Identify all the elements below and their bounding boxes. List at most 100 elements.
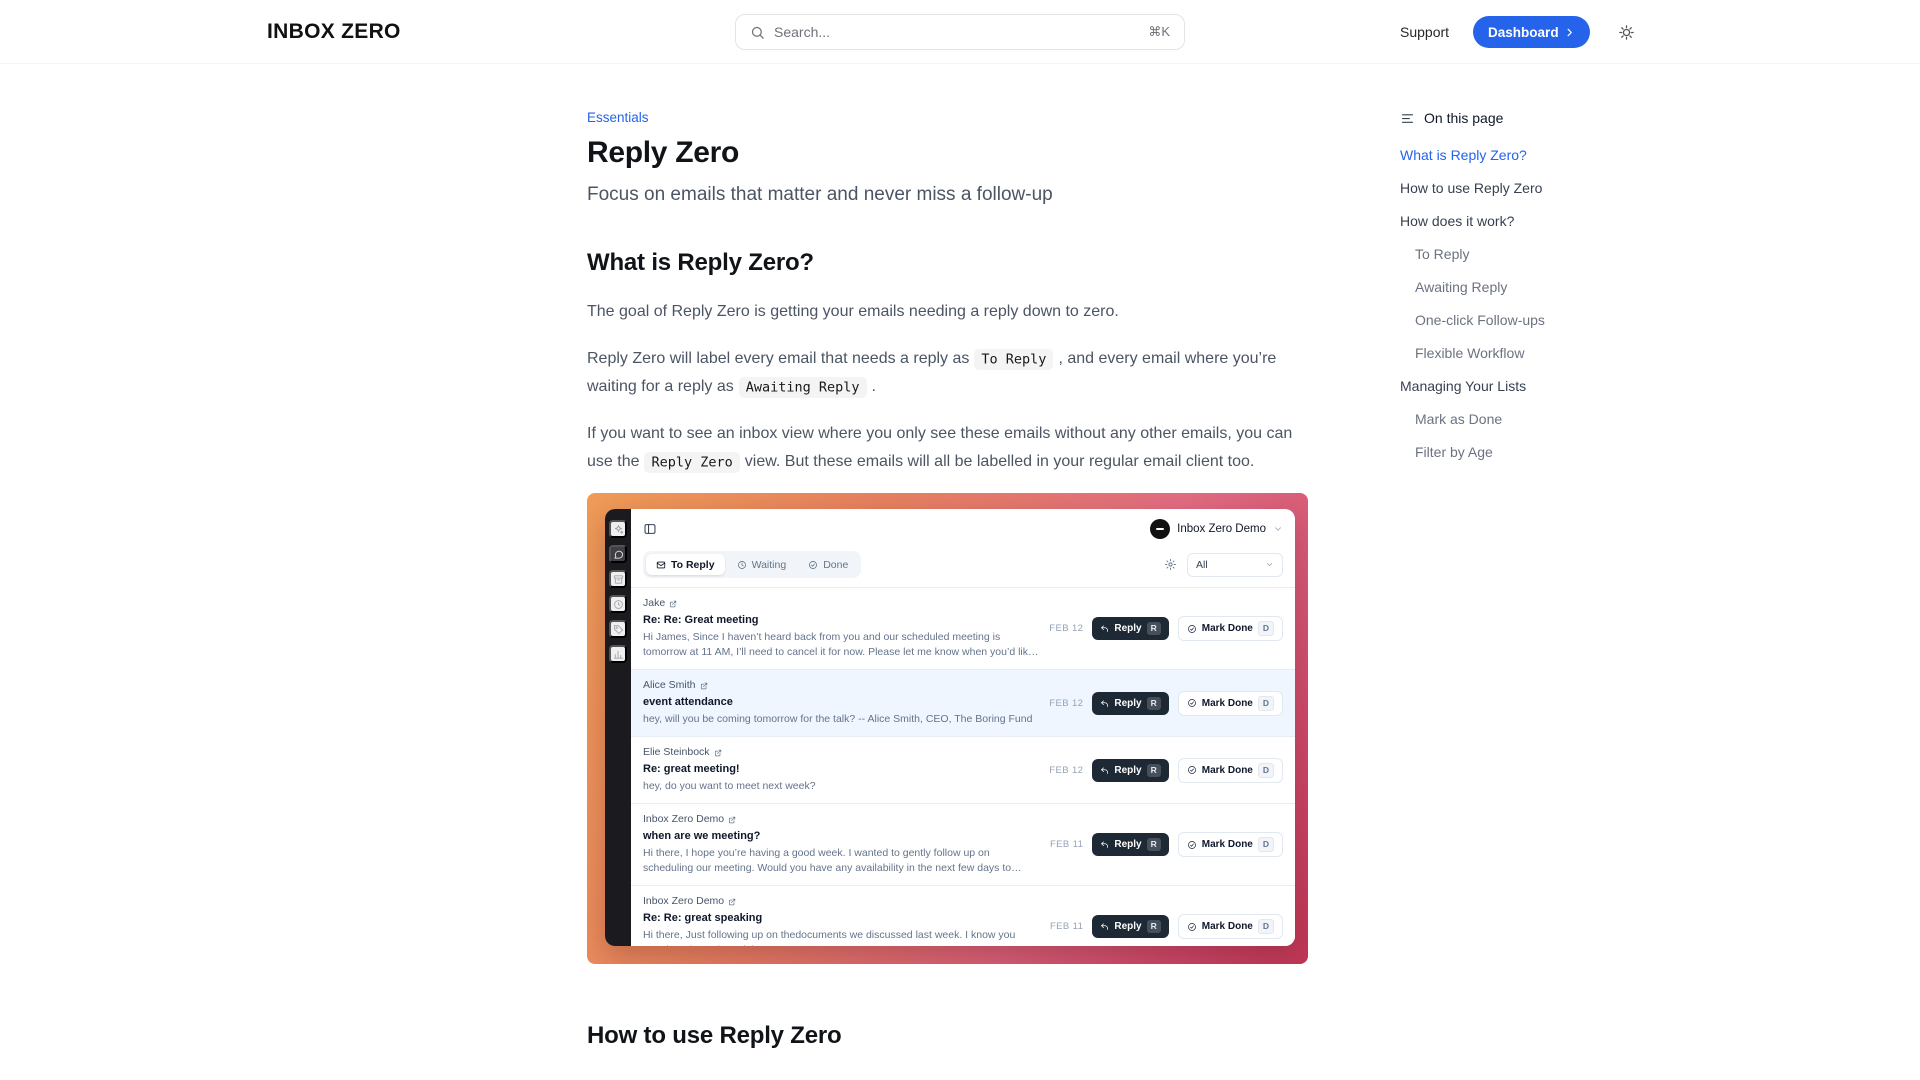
dashboard-button[interactable]: Dashboard — [1473, 16, 1590, 48]
settings-gear-icon[interactable] — [1164, 558, 1177, 571]
toc-link-to-reply[interactable]: To Reply — [1400, 246, 1469, 262]
demo-tab-done[interactable]: Done — [798, 554, 858, 575]
page-title: Reply Zero — [587, 135, 1308, 171]
inbox-zero-logo[interactable]: INBOX ZERO — [267, 20, 401, 44]
reply-button[interactable]: ReplyR — [1092, 617, 1168, 640]
tag-icon[interactable] — [609, 620, 627, 638]
toc-link-mark-as-done[interactable]: Mark as Done — [1400, 411, 1502, 427]
toc-item: What is Reply Zero? — [1400, 145, 1620, 166]
search-icon — [750, 25, 765, 40]
toc-item: Mark as Done — [1400, 409, 1620, 430]
email-date: FEB 11 — [1050, 921, 1083, 932]
toc-link-how-to-use-reply-zero[interactable]: How to use Reply Zero — [1400, 180, 1542, 196]
paragraph-3: If you want to see an inbox view where y… — [587, 420, 1308, 476]
email-row[interactable]: Alice Smithevent attendancehey, will you… — [631, 670, 1295, 737]
email-meta: FEB 11 ReplyR Mark DoneD — [1050, 914, 1283, 939]
email-snippet: hey, will you be coming tomorrow for the… — [643, 712, 1039, 727]
toc-link-flexible-workflow[interactable]: Flexible Workflow — [1400, 345, 1524, 361]
toc-item: To Reply — [1400, 244, 1620, 265]
reply-button[interactable]: ReplyR — [1092, 915, 1168, 938]
archive-icon[interactable] — [609, 570, 627, 588]
external-link-icon[interactable] — [728, 898, 736, 906]
email-body: JakeRe: Re: Great meetingHi James, Since… — [643, 597, 1039, 660]
check-circle-icon — [1187, 698, 1197, 708]
reply-icon — [1100, 922, 1109, 931]
email-row[interactable]: Inbox Zero Demowhen are we meeting?Hi th… — [631, 804, 1295, 886]
demo-tab-group: To ReplyWaitingDone — [643, 551, 861, 578]
demo-filter-select[interactable]: All — [1187, 553, 1283, 577]
email-meta: FEB 11ReplyRMark DoneD — [1050, 832, 1283, 857]
reply-shortcut-key: R — [1147, 838, 1161, 851]
email-subject: Re: Re: Great meeting — [643, 613, 1039, 627]
paragraph-1: The goal of Reply Zero is getting your e… — [587, 298, 1308, 326]
done-shortcut-key: D — [1258, 696, 1274, 711]
message-icon[interactable] — [609, 545, 627, 563]
toc-link-what-is-reply-zero[interactable]: What is Reply Zero? — [1400, 147, 1527, 163]
paragraph-2-text: Reply Zero will label every email that n… — [587, 350, 969, 367]
list-icon — [1400, 111, 1415, 126]
email-body: Inbox Zero DemoRe: Re: great speakingHi … — [643, 895, 1040, 946]
reply-button[interactable]: ReplyR — [1092, 833, 1168, 856]
external-link-icon[interactable] — [714, 749, 722, 757]
top-nav: INBOX ZERO ⌘K Support Dashboard — [0, 0, 1920, 64]
mark-done-button[interactable]: Mark DoneD — [1178, 758, 1283, 783]
mark-done-button[interactable]: Mark DoneD — [1178, 914, 1283, 939]
demo-filter-value: All — [1196, 559, 1208, 571]
done-shortcut-key: D — [1258, 837, 1274, 852]
on-this-page-panel: On this page What is Reply Zero?How to u… — [1400, 64, 1620, 475]
toc-link-awaiting-reply[interactable]: Awaiting Reply — [1400, 279, 1507, 295]
reply-icon — [1100, 766, 1109, 775]
avatar — [1150, 519, 1170, 539]
check-circle-icon — [808, 560, 818, 570]
external-link-icon[interactable] — [700, 682, 708, 690]
demo-tab-to-reply[interactable]: To Reply — [646, 554, 725, 575]
email-subject: event attendance — [643, 695, 1039, 709]
toc-link-one-click-follow-ups[interactable]: One-click Follow-ups — [1400, 312, 1545, 328]
toc-item: How does it work? — [1400, 211, 1620, 232]
done-shortcut-key: D — [1258, 621, 1274, 636]
demo-account-menu[interactable]: Inbox Zero Demo — [1150, 519, 1283, 539]
email-row[interactable]: JakeRe: Re: Great meetingHi James, Since… — [631, 588, 1295, 670]
email-snippet: Hi there, Just following up on thedocume… — [643, 928, 1040, 946]
external-link-icon[interactable] — [728, 816, 736, 824]
theme-toggle-button[interactable] — [1614, 20, 1639, 45]
sparkles-icon[interactable] — [609, 520, 627, 538]
reply-shortcut-key: R — [1147, 920, 1161, 933]
chevron-right-icon — [1564, 27, 1575, 38]
clock-icon[interactable] — [609, 595, 627, 613]
demo-account-name: Inbox Zero Demo — [1177, 523, 1266, 535]
search-bar[interactable]: ⌘K — [735, 14, 1185, 50]
email-subject: when are we meeting? — [643, 829, 1040, 843]
external-link-icon[interactable] — [669, 600, 677, 608]
toc-link-how-does-it-work[interactable]: How does it work? — [1400, 213, 1514, 229]
support-link[interactable]: Support — [1400, 24, 1449, 40]
reply-button[interactable]: ReplyR — [1092, 692, 1168, 715]
mark-done-button[interactable]: Mark DoneD — [1178, 616, 1283, 641]
demo-email-list: JakeRe: Re: Great meetingHi James, Since… — [631, 587, 1295, 946]
demo-tab-waiting[interactable]: Waiting — [727, 554, 797, 575]
mark-done-button[interactable]: Mark DoneD — [1178, 691, 1283, 716]
email-meta: FEB 12 ReplyR Mark DoneD — [1049, 691, 1283, 716]
reply-button[interactable]: ReplyR — [1092, 759, 1168, 782]
search-input[interactable] — [774, 24, 1139, 40]
chevron-down-icon — [1273, 524, 1283, 534]
email-sender: Inbox Zero Demo — [643, 813, 724, 826]
toc-link-managing-your-lists[interactable]: Managing Your Lists — [1400, 378, 1526, 394]
sidebar-toggle-icon[interactable] — [643, 522, 657, 536]
mark-done-button[interactable]: Mark DoneD — [1178, 832, 1283, 857]
article: Essentials Reply Zero Focus on emails th… — [587, 64, 1308, 1052]
email-date: FEB 12 — [1049, 698, 1083, 709]
breadcrumb-essentials[interactable]: Essentials — [587, 110, 1308, 125]
clock-icon — [737, 560, 747, 570]
demo-header: Inbox Zero Demo — [631, 509, 1295, 549]
reply-shortcut-key: R — [1147, 697, 1161, 710]
toc-item: Flexible Workflow — [1400, 343, 1620, 364]
check-circle-icon — [1187, 765, 1197, 775]
reply-zero-demo-image: Inbox Zero Demo To ReplyWaitingDone All — [587, 493, 1308, 964]
email-row[interactable]: Inbox Zero DemoRe: Re: great speakingHi … — [631, 886, 1295, 946]
email-sender: Elie Steinbock — [643, 746, 710, 759]
chart-icon[interactable] — [609, 645, 627, 663]
email-body: Inbox Zero Demowhen are we meeting?Hi th… — [643, 813, 1040, 876]
email-row[interactable]: Elie SteinbockRe: great meeting!hey, do … — [631, 737, 1295, 804]
toc-link-filter-by-age[interactable]: Filter by Age — [1400, 444, 1493, 460]
